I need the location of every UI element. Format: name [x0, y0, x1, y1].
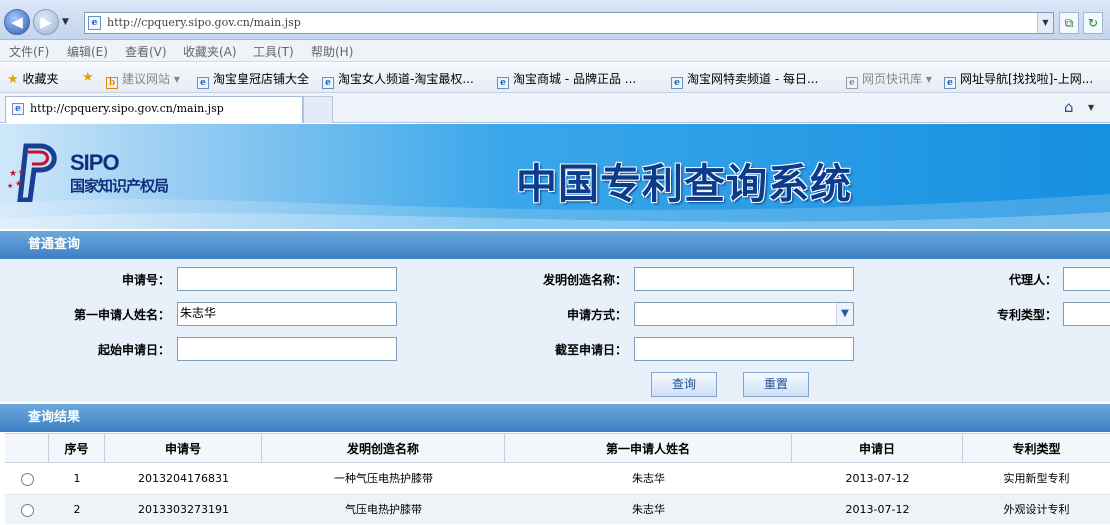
page-title: 中国专利查询系统	[516, 160, 852, 208]
favorite-link[interactable]: e 淘宝皇冠店铺大全	[197, 70, 309, 89]
start-date-label: 起始申请日：	[97, 343, 170, 357]
app-no-input[interactable]	[177, 267, 397, 291]
svg-text:★: ★	[7, 182, 13, 190]
column-header-first-applicant: 第一申请人姓名	[505, 434, 792, 463]
query-section-header: 普通查询	[0, 231, 1110, 259]
table-row[interactable]: 1 2013204176831 一种气压电热护膝带 朱志华 2013-07-12…	[5, 464, 1110, 494]
cell-invention-name: 气压电热护膝带	[345, 503, 422, 516]
select-arrow-icon[interactable]: ▼	[836, 303, 853, 325]
menu-favorites[interactable]: 收藏夹(A)	[183, 43, 237, 60]
tab-main[interactable]: e http://cpquery.sipo.gov.cn/main.jsp	[5, 96, 303, 123]
menu-file[interactable]: 文件(F)	[9, 43, 49, 60]
column-header-select	[5, 434, 49, 463]
app-no-label: 申请号：	[121, 273, 170, 287]
table-row[interactable]: 2 2013303273191 气压电热护膝带 朱志华 2013-07-12 外…	[5, 494, 1110, 524]
cell-app-date: 2013-07-12	[845, 503, 910, 516]
page-icon: e	[88, 16, 101, 30]
app-method-label: 申请方式：	[566, 308, 627, 322]
home-icon[interactable]: ⌂	[1064, 98, 1074, 116]
row-radio[interactable]	[21, 504, 34, 517]
cell-app-no: 2013303273191	[138, 503, 229, 516]
ie-page-icon: e	[197, 77, 209, 89]
results-table: 序号 申请号 发明创造名称 第一申请人姓名 申请日 专利类型 1 2013204…	[5, 433, 1110, 524]
table-header: 序号 申请号 发明创造名称 第一申请人姓名 申请日 专利类型	[5, 433, 1110, 463]
back-button[interactable]: ◀	[4, 9, 30, 35]
home-dropdown-icon[interactable]: ▼	[1088, 103, 1094, 112]
svg-text:★: ★	[9, 169, 17, 179]
compat-view-icon[interactable]: ⧉	[1059, 12, 1079, 34]
favorite-link[interactable]: e 淘宝女人频道-淘宝最权...	[322, 70, 474, 89]
svg-text:★: ★	[18, 168, 24, 176]
site-banner: ★ ★ ★ ★ SIPO 国家知识产权局 中国专利查询系统	[0, 124, 1110, 229]
column-header-patent-type: 专利类型	[1012, 442, 1061, 456]
favorite-link[interactable]: e 淘宝网特卖频道 - 每日...	[671, 70, 818, 89]
search-button[interactable]: 查询	[651, 372, 717, 397]
cell-index: 2	[73, 503, 81, 516]
sipo-logo-icon: ★ ★ ★ ★	[7, 143, 57, 202]
menu-edit[interactable]: 编辑(E)	[67, 43, 108, 60]
end-date-input[interactable]	[634, 337, 854, 361]
refresh-icon[interactable]: ↻	[1083, 12, 1103, 34]
row-radio[interactable]	[21, 473, 34, 486]
favorites-bar: ★ 收藏夹 ★ b 建议网站 ▾ e 淘宝皇冠店铺大全 e 淘宝女人频道-淘宝最权..…	[0, 63, 1110, 93]
url-dropdown-icon[interactable]: ▼	[1037, 13, 1053, 33]
invention-name-label: 发明创造名称：	[542, 273, 627, 287]
logo-cn-text: 国家知识产权局	[70, 177, 169, 195]
results-section-header: 查询结果	[0, 404, 1110, 432]
ie-page-icon: e	[12, 103, 24, 115]
end-date-label: 截至申请日：	[554, 343, 627, 357]
cell-patent-type: 实用新型专利	[1003, 472, 1070, 485]
app-method-select[interactable]: ▼	[634, 302, 854, 326]
svg-text:★: ★	[15, 179, 22, 188]
address-bar: ◀ ▶ ▼ e http://cpquery.sipo.gov.cn/main.…	[0, 0, 1110, 40]
start-date-input[interactable]	[177, 337, 397, 361]
column-header-app-no: 申请号	[105, 434, 262, 463]
url-input[interactable]: e http://cpquery.sipo.gov.cn/main.jsp ▼	[84, 12, 1054, 34]
favorite-web-slice-gallery[interactable]: e 网页快讯库 ▾	[846, 70, 932, 89]
reset-button[interactable]: 重置	[743, 372, 809, 397]
star-icon: ★	[7, 72, 19, 87]
ie-page-icon: e	[846, 77, 858, 89]
menu-view[interactable]: 查看(V)	[125, 43, 167, 60]
cell-first-applicant: 朱志华	[632, 472, 665, 485]
invention-name-input[interactable]	[634, 267, 854, 291]
agent-input[interactable]	[1063, 267, 1110, 291]
agent-label: 代理人：	[1008, 273, 1057, 287]
add-favorite-icon[interactable]: ★	[82, 70, 94, 85]
ie-page-icon: e	[497, 77, 509, 89]
logo-text: SIPO	[70, 150, 120, 175]
url-text: http://cpquery.sipo.gov.cn/main.jsp	[107, 16, 301, 29]
favorite-suggested-sites[interactable]: b 建议网站 ▾	[106, 70, 180, 89]
ie-page-icon: e	[322, 77, 334, 89]
cell-index: 1	[73, 472, 81, 485]
cell-invention-name: 一种气压电热护膝带	[334, 472, 433, 485]
first-applicant-label: 第一申请人姓名：	[73, 308, 170, 322]
history-dropdown-icon[interactable]: ▼	[62, 17, 69, 27]
column-header-app-date: 申请日	[792, 434, 963, 463]
cell-patent-type: 外观设计专利	[1003, 503, 1070, 516]
cell-app-date: 2013-07-12	[845, 472, 910, 485]
menu-bar: 文件(F) 编辑(E) 查看(V) 收藏夹(A) 工具(T) 帮助(H)	[0, 40, 1110, 62]
new-tab-button[interactable]	[303, 96, 333, 123]
ie-page-icon: e	[944, 77, 956, 89]
patent-type-select[interactable]	[1063, 302, 1110, 326]
menu-help[interactable]: 帮助(H)	[311, 43, 353, 60]
patent-type-label: 专利类型：	[996, 308, 1057, 322]
forward-button[interactable]: ▶	[33, 9, 59, 35]
site-icon: b	[106, 77, 118, 89]
favorites-button[interactable]: ★ 收藏夹	[7, 70, 59, 87]
favorite-link[interactable]: e 淘宝商城 - 品牌正品 ...	[497, 70, 636, 89]
column-header-index: 序号	[49, 434, 105, 463]
cell-app-no: 2013204176831	[138, 472, 229, 485]
first-applicant-input[interactable]: 朱志华	[177, 302, 397, 326]
favorite-link[interactable]: e 网址导航[找找啦]-上网...	[944, 70, 1093, 89]
ie-page-icon: e	[671, 77, 683, 89]
column-header-invention-name: 发明创造名称	[262, 434, 505, 463]
cell-first-applicant: 朱志华	[632, 503, 665, 516]
tab-bar: e http://cpquery.sipo.gov.cn/main.jsp ⌂ …	[0, 93, 1110, 123]
menu-tools[interactable]: 工具(T)	[253, 43, 294, 60]
